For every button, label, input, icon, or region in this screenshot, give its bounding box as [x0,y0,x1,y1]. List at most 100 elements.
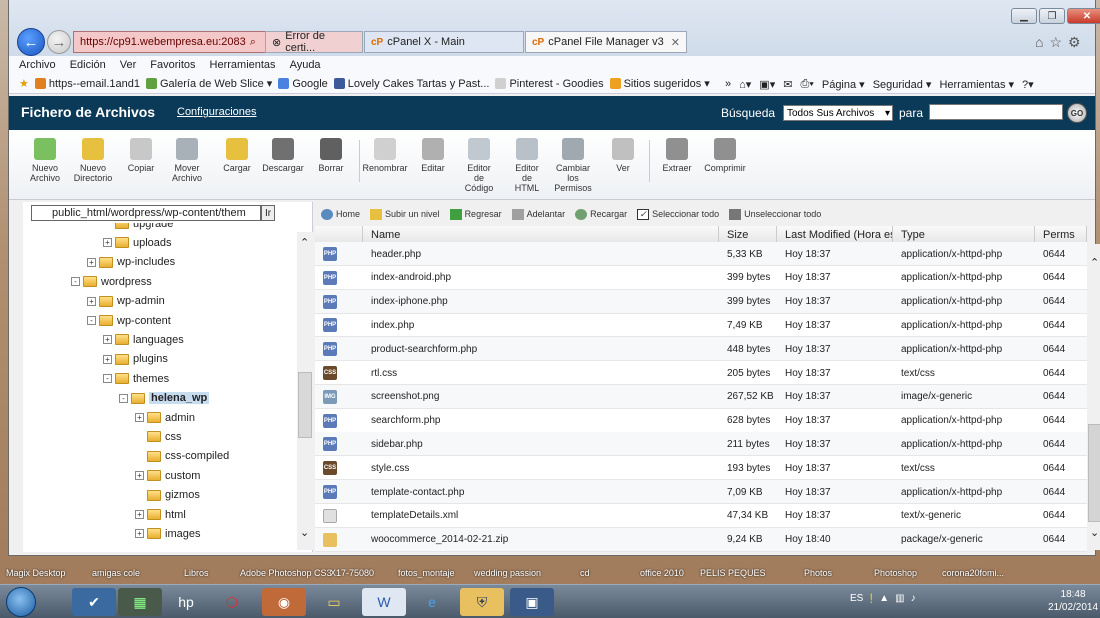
expand-icon[interactable]: + [103,354,112,364]
clock[interactable]: 18:48 21/02/2014 [1048,588,1098,614]
expand-icon[interactable]: + [103,335,112,345]
toolbar-button-delete[interactable]: Borrar [313,138,349,173]
menu-item[interactable]: Ayuda [290,59,321,71]
settings-link[interactable]: Configuraciones [177,106,257,118]
toolbar-button-code-editor[interactable]: Editor de Código [461,138,497,193]
toolbar-button-edit[interactable]: Editar [415,138,451,173]
desktop-icon-label[interactable]: Photos [804,568,832,578]
collapse-icon[interactable]: - [103,374,112,384]
expand-icon[interactable]: + [87,257,96,267]
table-row[interactable]: PHP product-searchform.php 448 bytes Hoy 18… [315,337,1087,362]
toolbar-button-view[interactable]: Ver [605,138,641,173]
expand-icon[interactable]: + [87,296,96,306]
desktop-icon-label[interactable]: wedding passion [474,568,541,578]
home-link[interactable]: Home [321,208,360,220]
taskbar-app[interactable]: e [410,588,454,616]
desktop-icon-label[interactable]: corona20fomi... [942,568,1004,578]
forward-link[interactable]: Adelantar [511,208,565,220]
start-button[interactable] [6,587,36,617]
taskbar-app[interactable]: ✔ [72,588,116,616]
collapse-icon[interactable]: - [71,277,80,287]
mail-icon[interactable]: ✉ [783,78,792,91]
forward-button[interactable]: → [47,30,71,54]
collapse-icon[interactable]: - [119,393,128,403]
tree-item-gizmos[interactable]: gizmos [135,486,200,505]
safety-menu[interactable]: Seguridad ▾ [873,78,932,91]
menu-item[interactable]: Edición [70,59,106,71]
show-hidden-icon[interactable]: ▲ [879,593,889,604]
table-row[interactable]: templateDetails.xml 47,34 KB Hoy 18:37 text… [315,504,1087,528]
toolbar-button-move[interactable]: Mover Archivo [169,138,205,183]
table-row[interactable]: PHP header.php 5,33 KB Hoy 18:37 application… [315,242,1087,266]
table-row[interactable]: IMG screenshot.png 267,52 KB Hoy 18:37 image… [315,384,1087,409]
taskbar-app[interactable]: ⬡ [210,588,254,616]
tree-item-admin[interactable]: + admin [135,408,195,427]
tree-item-uploads[interactable]: + uploads [103,233,172,252]
tree-item-languages[interactable]: + languages [103,330,184,349]
search-input[interactable] [929,104,1063,120]
toolbar-button-rename[interactable]: Renombrar [362,138,408,173]
tree-scroll-thumb[interactable] [298,372,312,438]
reload-link[interactable]: Recargar [575,208,627,220]
volume-icon[interactable]: ♪ [911,593,916,604]
tree-item-helena-wp[interactable]: - helena_wp [119,389,210,408]
chevron-icon[interactable]: » [725,78,731,90]
back-link[interactable]: Regresar [449,208,502,220]
favorites-star-icon[interactable]: ★ [19,77,29,90]
desktop-icon-label[interactable]: cd [580,568,590,578]
tree-item-wp-includes[interactable]: + wp-includes [87,253,175,272]
tab-cert-error[interactable]: ⊗ Error de certi... [265,30,363,54]
taskbar-app[interactable]: W [362,588,406,616]
tab-file-manager[interactable]: cP cPanel File Manager v3 ✕ [525,31,687,53]
toolbar-button-permissions[interactable]: Cambiar los Permisos [554,138,592,193]
home-icon[interactable]: ⌂▾ [739,78,751,91]
expand-icon[interactable]: + [135,510,144,519]
tree-item-themes[interactable]: - themes [103,369,169,388]
desktop-icon-label[interactable]: fotos_montaje [398,568,455,578]
favorite-link[interactable]: Google [278,78,328,90]
table-row[interactable]: PHP sidebar.php 211 bytes Hoy 18:37 applicat… [315,432,1087,457]
tree-item-css-compiled[interactable]: css-compiled [135,447,229,466]
expand-icon[interactable]: + [135,413,144,422]
expand-icon[interactable]: + [135,471,144,481]
tab-cpanel-main[interactable]: cP cPanel X - Main [364,31,524,53]
help-icon[interactable]: ?▾ [1022,78,1034,91]
desktop-icon-label[interactable]: X17-75080 [330,568,374,578]
taskbar-app[interactable]: ▦ [118,588,162,616]
menu-item[interactable]: Ver [120,59,137,71]
taskbar-app[interactable]: hp [164,588,208,616]
taskbar-app[interactable]: ⛨ [460,588,504,616]
scroll-up-icon[interactable]: ⌃ [300,236,309,249]
scroll-down-icon[interactable]: ⌄ [1090,526,1099,539]
desktop-icon-label[interactable]: Adobe Photoshop CS3 [240,568,332,578]
tree-item-wp-admin[interactable]: + wp-admin [87,292,165,311]
desktop-icon-label[interactable]: PELIS PEQUES [700,568,766,578]
favorite-link[interactable]: Galería de Web Slice ▾ [145,77,272,90]
desktop-icon-label[interactable]: amigas cole [92,568,140,578]
up-level-link[interactable]: Subir un nivel [370,208,440,220]
tools-menu[interactable]: Herramientas ▾ [939,78,1014,91]
go-button[interactable]: GO [1067,103,1087,123]
table-row[interactable]: PHP index.php 7,49 KB Hoy 18:37 application/… [315,313,1087,338]
table-row[interactable]: PHP index-iphone.php 399 bytes Hoy 18:37 app… [315,289,1087,314]
tree-item-html[interactable]: + html [135,505,186,524]
desktop-icon-label[interactable]: Photoshop [874,568,917,578]
scroll-down-icon[interactable]: ⌄ [300,526,309,539]
favorite-link[interactable]: Pinterest - Goodies [495,78,604,90]
expand-icon[interactable]: + [103,238,112,248]
desktop-icon-label[interactable]: Magix Desktop [6,568,66,578]
maximize-button[interactable]: ❐ [1039,8,1065,24]
collapse-icon[interactable]: - [87,316,96,325]
feeds-icon[interactable]: ▣▾ [759,78,775,91]
tree-item-wp-content[interactable]: - wp-content [87,311,171,330]
tree-item-images[interactable]: + images [135,524,200,543]
path-input[interactable]: public_html/wordpress/wp-content/them [31,205,261,221]
tree-item-css[interactable]: css [135,427,182,446]
minimize-button[interactable]: ▁ [1011,8,1037,24]
taskbar-app[interactable]: ◉ [262,588,306,616]
menu-item[interactable]: Archivo [19,59,56,71]
table-row[interactable]: PHP template-contact.php 7,09 KB Hoy 18:37 a… [315,480,1087,504]
table-row[interactable]: PHP index-android.php 399 bytes Hoy 18:37 ap… [315,266,1087,290]
toolbar-button-compress[interactable]: Comprimir [704,138,746,173]
print-icon[interactable]: ⎙▾ [800,78,813,91]
